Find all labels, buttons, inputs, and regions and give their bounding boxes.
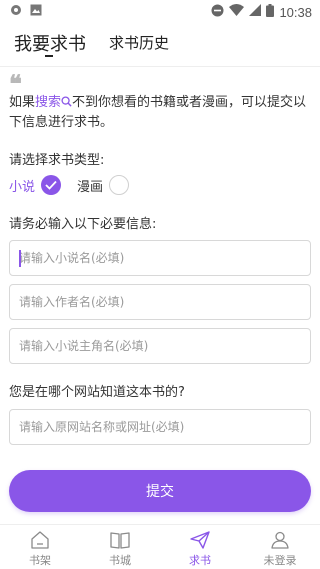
author-name-input[interactable] (19, 285, 310, 319)
status-bar: 10:38 (0, 0, 320, 24)
novel-name-field[interactable] (9, 240, 311, 276)
protagonist-name-input[interactable] (19, 329, 310, 363)
radio-comic[interactable]: 漫画 (77, 175, 130, 195)
send-icon (190, 531, 210, 549)
type-radio-group: 小说 漫画 (9, 175, 130, 195)
header-divider (0, 66, 320, 67)
battery-icon (266, 3, 275, 21)
nav-request-book[interactable]: 求书 (160, 525, 240, 569)
nav-account-label: 未登录 (263, 554, 297, 567)
nav-bookstore-label: 书城 (109, 554, 131, 567)
nav-request-book-label: 求书 (189, 554, 211, 567)
search-link-label: 搜索 (35, 95, 62, 110)
nav-bookshelf[interactable]: 书架 (0, 525, 80, 569)
novel-name-input[interactable] (19, 241, 310, 275)
radio-novel[interactable]: 小说 (9, 175, 62, 195)
tab-request-book[interactable]: 我要求书 (14, 30, 86, 56)
type-section-label: 请选择求书类型: (9, 153, 105, 168)
home-icon (31, 531, 49, 549)
search-link[interactable]: 搜索 (35, 95, 72, 110)
tab-indicator (45, 55, 53, 57)
wifi-icon (229, 4, 245, 20)
source-site-field[interactable] (9, 409, 311, 445)
notification-dot-icon (10, 4, 22, 20)
radio-comic-label: 漫画 (77, 179, 104, 195)
top-tabs: 我要求书 求书历史 (0, 24, 320, 66)
required-section-label: 请务必输入以下必要信息: (9, 217, 157, 232)
radio-empty-icon (109, 175, 130, 195)
status-time: 10:38 (279, 4, 312, 20)
dnd-icon (211, 4, 224, 21)
image-icon (30, 4, 42, 20)
nav-bookshelf-label: 书架 (29, 554, 51, 567)
nav-account[interactable]: 未登录 (240, 525, 320, 569)
intro-text: 如果搜索 不到你想看的书籍或者漫画，可以提交以下信息进行求书。 (9, 93, 313, 133)
source-site-input[interactable] (19, 410, 310, 444)
user-icon (271, 531, 289, 549)
text-caret (19, 250, 21, 267)
author-name-field[interactable] (9, 284, 311, 320)
tab-request-history[interactable]: 求书历史 (109, 32, 169, 53)
protagonist-name-field[interactable] (9, 328, 311, 364)
intro-prefix: 如果 (9, 95, 36, 110)
bottom-nav: 书架 书城 求书 未登录 (0, 524, 320, 569)
book-icon (110, 532, 130, 549)
radio-novel-label: 小说 (9, 179, 36, 195)
submit-button[interactable]: 提交 (9, 470, 311, 512)
signal-icon (249, 4, 262, 20)
source-section-label: 您是在哪个网站知道这本书的? (9, 385, 185, 400)
nav-bookstore[interactable]: 书城 (80, 525, 160, 569)
checkmark-icon (41, 175, 62, 195)
search-icon (61, 96, 72, 107)
